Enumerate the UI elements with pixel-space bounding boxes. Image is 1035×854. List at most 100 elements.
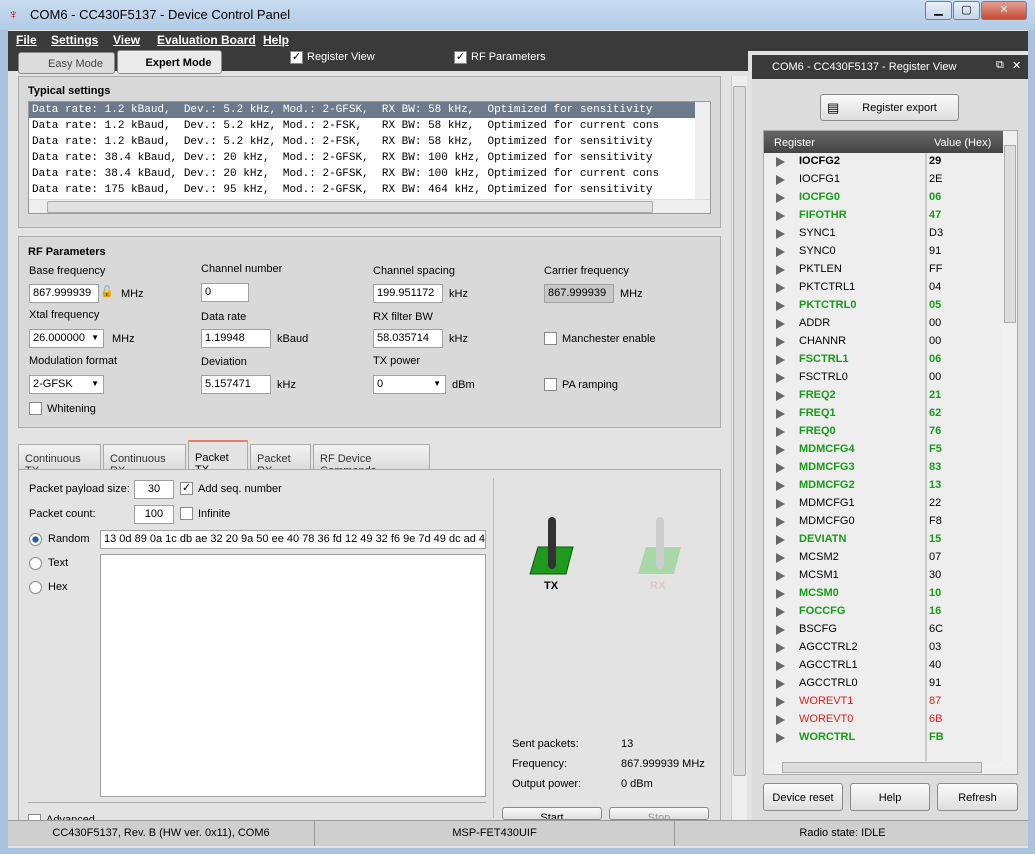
register-value[interactable]: 40 [929, 659, 941, 671]
expand-arrow-icon[interactable] [776, 553, 785, 563]
table-row[interactable]: PKTCTRL0 05 [764, 297, 1004, 315]
table-row[interactable]: FOCCFG 16 [764, 603, 1004, 621]
register-value[interactable]: 22 [929, 497, 941, 509]
register-value[interactable]: 15 [929, 533, 941, 545]
maximize-button[interactable]: ▢ [953, 1, 980, 20]
expand-arrow-icon[interactable] [776, 643, 785, 653]
list-item[interactable]: Data rate: 1.2 kBaud, Dev.: 5.2 kHz, Mod… [29, 102, 696, 118]
table-row[interactable]: AGCCTRL0 91 [764, 675, 1004, 693]
table-row[interactable]: AGCCTRL2 03 [764, 639, 1004, 657]
menu-help[interactable]: Help [263, 33, 289, 47]
expand-arrow-icon[interactable] [776, 517, 785, 527]
expand-arrow-icon[interactable] [776, 535, 785, 545]
table-row[interactable]: AGCCTRL1 40 [764, 657, 1004, 675]
expand-arrow-icon[interactable] [776, 229, 785, 239]
table-row[interactable]: FIFOTHR 47 [764, 207, 1004, 225]
close-icon[interactable]: ✕ [1012, 59, 1021, 72]
register-value[interactable]: 91 [929, 677, 941, 689]
expand-arrow-icon[interactable] [776, 481, 785, 491]
register-export-button[interactable]: ▤ Register export [820, 94, 959, 121]
manchester-checkbox[interactable] [544, 332, 557, 345]
horizontal-scrollbar[interactable] [29, 199, 710, 213]
table-row[interactable]: CHANNR 00 [764, 333, 1004, 351]
table-row[interactable]: MCSM0 10 [764, 585, 1004, 603]
register-horizontal-scrollbar[interactable] [764, 761, 1017, 774]
expand-arrow-icon[interactable] [776, 373, 785, 383]
register-view-checkbox[interactable]: ✓ [290, 51, 303, 64]
table-row[interactable]: WOREVT0 6B [764, 711, 1004, 729]
register-value[interactable]: 06 [929, 353, 941, 365]
table-row[interactable]: FSCTRL1 06 [764, 351, 1004, 369]
expand-arrow-icon[interactable] [776, 193, 785, 203]
table-row[interactable]: MDMCFG2 13 [764, 477, 1004, 495]
register-value[interactable]: 6C [929, 623, 943, 635]
register-value[interactable]: 76 [929, 425, 941, 437]
menu-evaluation-board[interactable]: Evaluation Board [157, 33, 256, 47]
expand-arrow-icon[interactable] [776, 301, 785, 311]
register-value[interactable]: FB [929, 731, 944, 743]
packet-count-input[interactable]: 100 [134, 505, 174, 524]
register-value[interactable]: 03 [929, 641, 941, 653]
refresh-button[interactable]: Refresh [937, 783, 1018, 811]
register-value[interactable]: 21 [929, 389, 941, 401]
random-radio[interactable] [29, 533, 42, 546]
table-row[interactable]: DEVIATN 15 [764, 531, 1004, 549]
rf-parameters-checkbox[interactable]: ✓ [454, 51, 467, 64]
rx-filter-bw-input[interactable]: 58.035714 [373, 329, 443, 348]
table-row[interactable]: WORCTRL FB [764, 729, 1004, 747]
register-value[interactable]: 47 [929, 209, 941, 221]
channel-spacing-input[interactable]: 199.951172 [373, 284, 443, 303]
register-value[interactable]: 16 [929, 605, 941, 617]
register-value[interactable]: 00 [929, 371, 941, 383]
register-value[interactable]: 10 [929, 587, 941, 599]
expand-arrow-icon[interactable] [776, 445, 785, 455]
device-reset-button[interactable]: Device reset [763, 783, 843, 811]
expand-arrow-icon[interactable] [776, 499, 785, 509]
expand-arrow-icon[interactable] [776, 607, 785, 617]
expand-arrow-icon[interactable] [776, 697, 785, 707]
data-rate-input[interactable]: 1.19948 [201, 329, 271, 348]
table-row[interactable]: SYNC1 D3 [764, 225, 1004, 243]
main-vertical-scrollbar[interactable] [731, 76, 747, 820]
expand-arrow-icon[interactable] [776, 319, 785, 329]
register-value[interactable]: 62 [929, 407, 941, 419]
expand-arrow-icon[interactable] [776, 715, 785, 725]
expert-mode-tab[interactable]: Expert Mode [117, 50, 222, 74]
infinite-checkbox[interactable] [180, 507, 193, 520]
xtal-frequency-dropdown[interactable]: 26.000000 [29, 329, 104, 348]
channel-number-stepper[interactable]: 0 [201, 283, 249, 302]
start-button[interactable]: Start [502, 807, 602, 820]
menu-file[interactable]: File [16, 33, 37, 47]
expand-arrow-icon[interactable] [776, 409, 785, 419]
hex-radio[interactable] [29, 581, 42, 594]
tab-rf-device-commands[interactable]: RF Device Commands [313, 444, 430, 477]
vertical-scrollbar[interactable] [695, 102, 710, 199]
register-value[interactable]: F5 [929, 443, 942, 455]
expand-arrow-icon[interactable] [776, 589, 785, 599]
payload-textarea[interactable] [100, 554, 486, 797]
pa-ramping-checkbox[interactable] [544, 378, 557, 391]
restore-icon[interactable]: ⧉ [996, 59, 1004, 72]
add-seq-number-checkbox[interactable]: ✓ [180, 482, 193, 495]
register-value[interactable]: 91 [929, 245, 941, 257]
table-row[interactable]: MDMCFG0 F8 [764, 513, 1004, 531]
register-value[interactable]: D3 [929, 227, 943, 239]
table-row[interactable]: PKTLEN FF [764, 261, 1004, 279]
register-value[interactable]: 83 [929, 461, 941, 473]
table-row[interactable]: ADDR 00 [764, 315, 1004, 333]
tab-continuous-tx[interactable]: Continuous TX [18, 444, 101, 477]
table-row[interactable]: MDMCFG3 83 [764, 459, 1004, 477]
stop-button[interactable]: Stop [609, 807, 709, 820]
table-row[interactable]: WOREVT1 87 [764, 693, 1004, 711]
list-item[interactable]: Data rate: 38.4 kBaud, Dev.: 20 kHz, Mod… [29, 150, 696, 166]
table-row[interactable]: MCSM1 30 [764, 567, 1004, 585]
register-value[interactable]: FF [929, 263, 942, 275]
whitening-checkbox[interactable] [29, 402, 42, 415]
register-value[interactable]: 29 [929, 155, 941, 167]
table-row[interactable]: IOCFG2 29 [764, 153, 1004, 171]
list-item[interactable]: Data rate: 175 kBaud, Dev.: 95 kHz, Mod.… [29, 182, 696, 198]
table-row[interactable]: FREQ2 21 [764, 387, 1004, 405]
table-row[interactable]: BSCFG 6C [764, 621, 1004, 639]
menu-settings[interactable]: Settings [51, 33, 98, 47]
expand-arrow-icon[interactable] [776, 265, 785, 275]
